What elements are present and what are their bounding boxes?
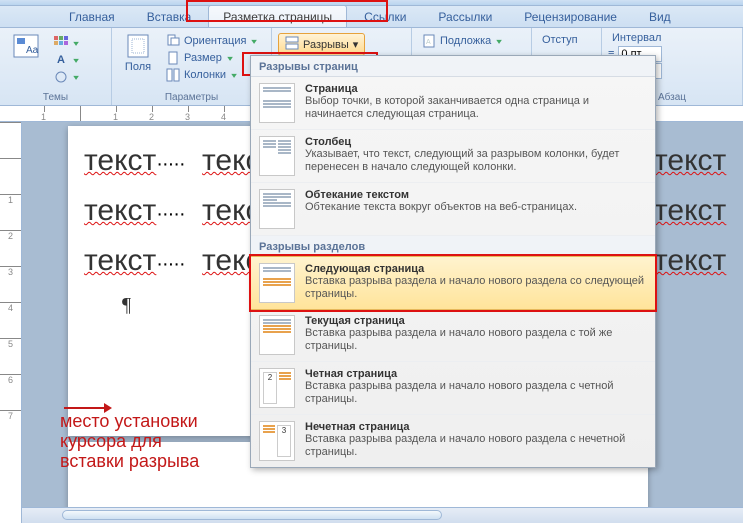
tab-view[interactable]: Вид — [634, 5, 686, 27]
breaks-icon — [285, 36, 299, 53]
vertical-ruler[interactable]: 1234567 — [0, 122, 22, 523]
annotation-text: место установки курсора для вставки разр… — [60, 412, 199, 471]
columns-icon — [166, 68, 180, 82]
size-icon — [166, 51, 180, 65]
section-breaks-header: Разрывы разделов — [251, 236, 655, 257]
break-next-page-item[interactable]: Следующая страницаВставка разрыва раздел… — [250, 256, 656, 310]
doc-text: текст — [654, 144, 726, 177]
indent-label: Отступ — [538, 33, 582, 47]
page-breaks-header: Разрывы страниц — [251, 56, 655, 77]
even-page-break-icon: 2 — [259, 368, 295, 408]
doc-text: текст — [654, 244, 726, 277]
text-wrap-break-icon — [259, 189, 295, 229]
odd-page-break-icon: 3 — [259, 421, 295, 461]
theme-effects-button[interactable]: ▾ — [50, 69, 82, 85]
tab-insert[interactable]: Вставка — [132, 5, 207, 27]
orientation-button[interactable]: Ориентация▾ — [162, 33, 260, 49]
doc-text: текст — [654, 194, 726, 227]
breaks-button[interactable]: Разрывы▾ — [278, 33, 365, 56]
horizontal-scrollbar[interactable] — [22, 507, 743, 523]
page-setup-group-label: Параметры — [118, 91, 265, 103]
theme-colors-button[interactable]: ▾ — [50, 35, 82, 51]
tab-page-layout[interactable]: Разметка страницы — [208, 5, 347, 27]
columns-button[interactable]: Колонки▾ — [162, 67, 260, 83]
break-continuous-item[interactable]: Текущая страницаВставка разрыва раздела … — [251, 309, 655, 362]
svg-text:Aa: Aa — [26, 45, 39, 56]
orientation-icon — [166, 34, 180, 48]
ribbon-tabs: Главная Вставка Разметка страницы Ссылки… — [0, 6, 743, 28]
continuous-break-icon — [259, 315, 295, 355]
break-even-page-item[interactable]: 2 Четная страницаВставка разрыва раздела… — [251, 362, 655, 415]
tab-references[interactable]: Ссылки — [349, 5, 421, 27]
pilcrow-mark: ¶ — [122, 294, 131, 317]
doc-text: текст — [84, 244, 156, 277]
svg-text:A: A — [426, 39, 431, 46]
themes-group-label: Темы — [6, 91, 105, 103]
fonts-icon: A — [54, 53, 68, 67]
break-page-item[interactable]: СтраницаВыбор точки, в которой заканчива… — [251, 77, 655, 130]
watermark-button[interactable]: AПодложка▾ — [418, 33, 505, 49]
tab-mailings[interactable]: Рассылки — [423, 5, 507, 27]
break-text-wrap-item[interactable]: Обтекание текстомОбтекание текста вокруг… — [251, 183, 655, 236]
effects-icon — [54, 70, 68, 84]
interval-header: Интервал — [608, 31, 665, 45]
column-break-icon — [259, 136, 295, 176]
doc-text: текст — [84, 194, 156, 227]
size-button[interactable]: Размер▾ — [162, 50, 260, 66]
break-odd-page-item[interactable]: 3 Нечетная страницаВставка разрыва разде… — [251, 415, 655, 467]
tab-review[interactable]: Рецензирование — [509, 5, 632, 27]
theme-fonts-button[interactable]: A▾ — [50, 52, 82, 68]
themes-button[interactable]: Aa — [6, 31, 46, 89]
colors-icon — [54, 36, 68, 50]
page-break-icon — [259, 83, 295, 123]
doc-text: текст — [84, 144, 156, 177]
breaks-dropdown: Разрывы страниц СтраницаВыбор точки, в к… — [250, 55, 656, 468]
tab-home[interactable]: Главная — [54, 5, 130, 27]
margins-button[interactable]: Поля — [118, 31, 158, 89]
watermark-icon: A — [422, 34, 436, 48]
break-column-item[interactable]: СтолбецУказывает, что текст, следующий з… — [251, 130, 655, 183]
next-page-break-icon — [259, 263, 295, 303]
